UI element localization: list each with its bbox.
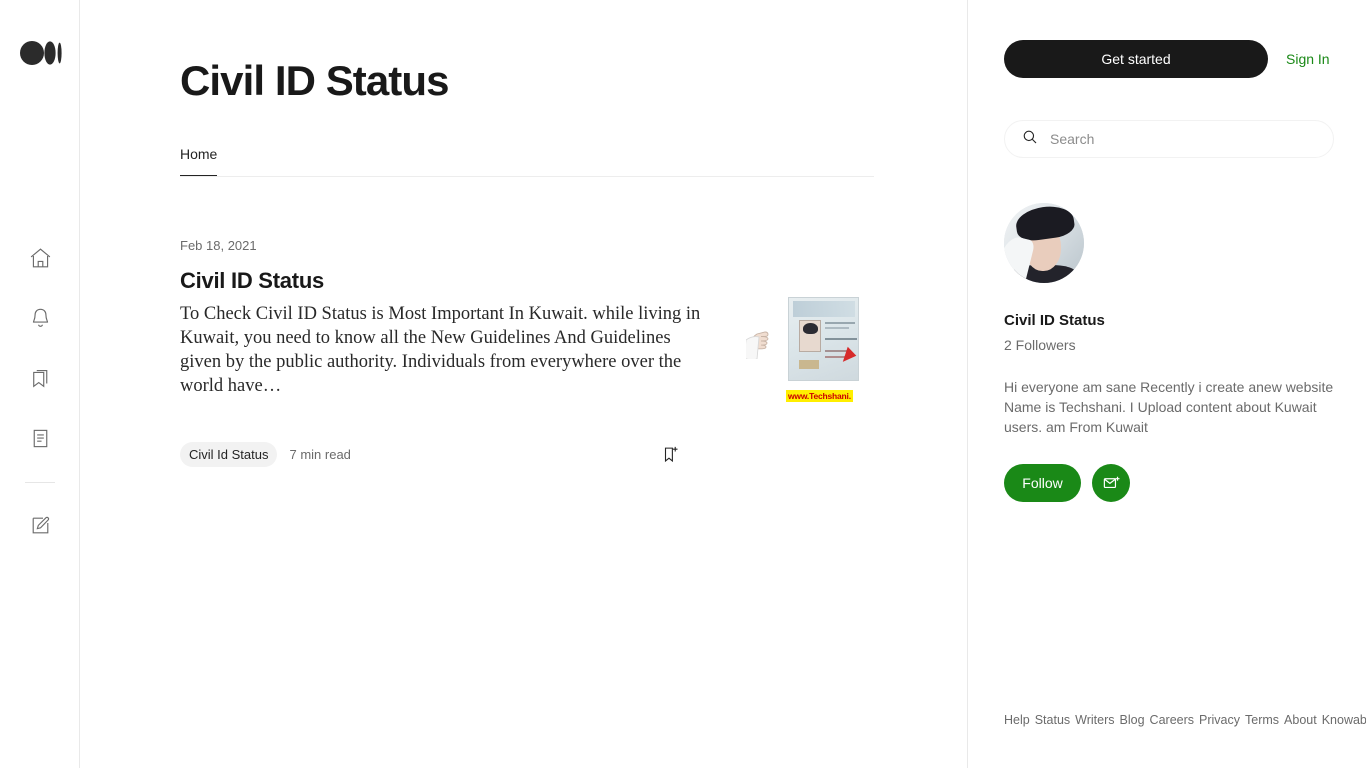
page-title: Civil ID Status [180,57,449,104]
article-text-block: Civil ID Status To Check Civil ID Status… [180,267,710,408]
footer-link-status[interactable]: Status [1035,713,1070,727]
article-date: Feb 18, 2021 [180,238,257,253]
auth-row: Get started Sign In [1004,40,1330,78]
profile-name: Civil ID Status [1004,312,1105,329]
bookmark-add-icon[interactable] [660,444,682,466]
sidebar-item-lists[interactable] [0,348,80,408]
sidebar-item-notifications[interactable] [0,288,80,348]
sidebar-item-stories[interactable] [0,408,80,468]
rail-nav [0,228,80,555]
write-pencil-icon [28,513,53,538]
article-read-time: 7 min read [289,447,351,462]
bookmark-icon [28,366,53,391]
article-tag[interactable]: Civil Id Status [180,442,278,467]
profile-followers[interactable]: 2 Followers [1004,337,1349,353]
main-content: Civil ID Status Home Feb 18, 2021 Civil … [80,0,968,768]
document-icon [28,426,53,451]
site-footer: Help Status Writers Blog Careers Privacy Terms… [1004,712,1366,728]
civil-id-card-art [788,297,859,381]
get-started-button[interactable]: Get started [1004,40,1268,78]
footer-link-terms[interactable]: Terms [1245,713,1279,727]
profile-actions: Follow [1004,464,1349,502]
tab-home[interactable]: Home [180,146,218,176]
rail-divider [25,482,55,483]
footer-link-privacy[interactable]: Privacy [1199,713,1240,727]
article-thumbnail[interactable]: www.Techshani. [746,295,859,408]
footer-link-careers[interactable]: Careers [1150,713,1194,727]
right-sidebar: Get started Sign In Civil ID Status 2 [968,0,1366,768]
medium-logo[interactable] [20,40,62,66]
thumbnail-watermark: www.Techshani. [786,390,853,402]
footer-link-help[interactable]: Help [1004,713,1030,727]
article-meta-left: Civil Id Status 7 min read [180,442,351,467]
search-box[interactable] [1004,120,1334,158]
sidebar-item-home[interactable] [0,228,80,288]
home-icon [28,246,53,271]
bell-icon [28,306,53,331]
article-card[interactable]: Feb 18, 2021 Civil ID Status To Check Ci… [180,238,874,467]
article-meta-footer: Civil Id Status 7 min read [180,442,682,467]
medium-publication-page: Civil ID Status Home Feb 18, 2021 Civil … [0,0,1366,768]
avatar[interactable] [1004,203,1084,283]
search-input[interactable] [1050,131,1317,147]
article-body: Civil ID Status To Check Civil ID Status… [180,267,874,408]
footer-link-writers[interactable]: Writers [1075,713,1114,727]
pointing-hand-icon [746,331,769,359]
footer-link-about[interactable]: About [1284,713,1317,727]
sign-in-link[interactable]: Sign In [1286,51,1330,67]
profile-bio: Hi everyone am sane Recently i create an… [1004,379,1334,435]
footer-link-blog[interactable]: Blog [1120,713,1145,727]
article-excerpt: To Check Civil ID Status is Most Importa… [180,304,701,396]
follow-button[interactable]: Follow [1004,464,1081,502]
sidebar-item-write[interactable] [0,495,80,555]
mail-add-icon[interactable] [1092,464,1130,502]
left-icon-rail [0,0,80,768]
article-title[interactable]: Civil ID Status [180,267,710,295]
footer-link-knowable[interactable]: Knowable [1322,713,1366,727]
search-icon [1021,128,1039,151]
publication-profile: Civil ID Status 2 Followers Hi everyone … [1004,203,1349,502]
publication-tabs: Home [180,146,874,177]
